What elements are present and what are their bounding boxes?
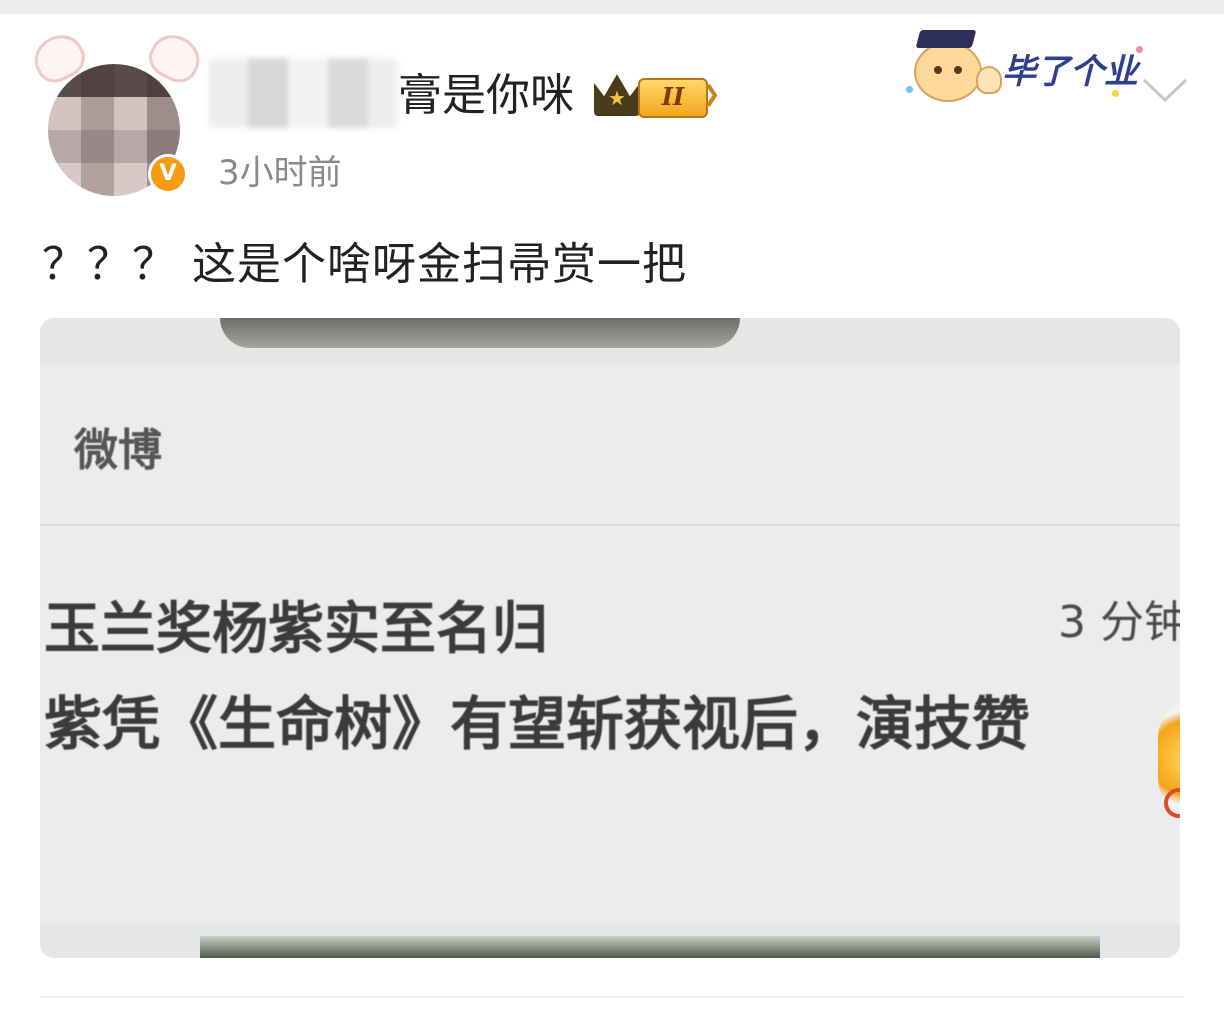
cat-hand-icon: [976, 66, 1002, 94]
cat-eye: [934, 66, 942, 74]
vip-level: II: [638, 78, 708, 118]
cat-eye: [954, 66, 962, 74]
sparkle-dot: [906, 86, 913, 93]
decoration-text: 毕了个业: [1002, 52, 1138, 92]
image-background-bottom: [200, 936, 1100, 958]
username-redacted: [208, 58, 398, 128]
divider: [40, 996, 1184, 998]
vip-badge[interactable]: ★ II ❯: [594, 72, 721, 118]
chevron-down-icon[interactable]: [1140, 74, 1190, 104]
sparkle-dot: [1112, 90, 1119, 97]
image-background-top: [220, 318, 740, 348]
post-text: ？？？ 这是个啥呀金扫帚赏一把: [42, 239, 687, 290]
notification-time: 3 分钟: [1058, 597, 1180, 648]
notification-card: 微博 玉兰奖杨紫实至名归 3 分钟 紫凭《生命树》有望斩获视后，演技赞: [40, 364, 1180, 924]
avatar-frame[interactable]: V: [26, 26, 208, 206]
cat-mascot-icon: [914, 42, 982, 102]
notification-body: 紫凭《生命树》有望斩获视后，演技赞: [44, 690, 1031, 758]
vip-arrow-icon: ❯: [702, 82, 721, 107]
sparkle-dot: [1136, 46, 1143, 53]
post-timestamp: 3小时前: [218, 153, 342, 193]
star-icon: ★: [608, 86, 626, 110]
graduation-cap-icon: [915, 30, 977, 48]
post-image[interactable]: 微博 玉兰奖杨紫实至名归 3 分钟 紫凭《生命树》有望斩获视后，演技赞: [40, 318, 1180, 958]
notification-app-name: 微博: [74, 425, 162, 476]
card-decoration[interactable]: 毕了个业: [904, 26, 1154, 106]
divider: [40, 524, 1180, 526]
verified-v-icon: V: [148, 154, 188, 194]
username[interactable]: 膏是你咪: [398, 66, 574, 126]
top-band: [0, 0, 1224, 14]
notification-title: 玉兰奖杨紫实至名归: [44, 597, 548, 662]
